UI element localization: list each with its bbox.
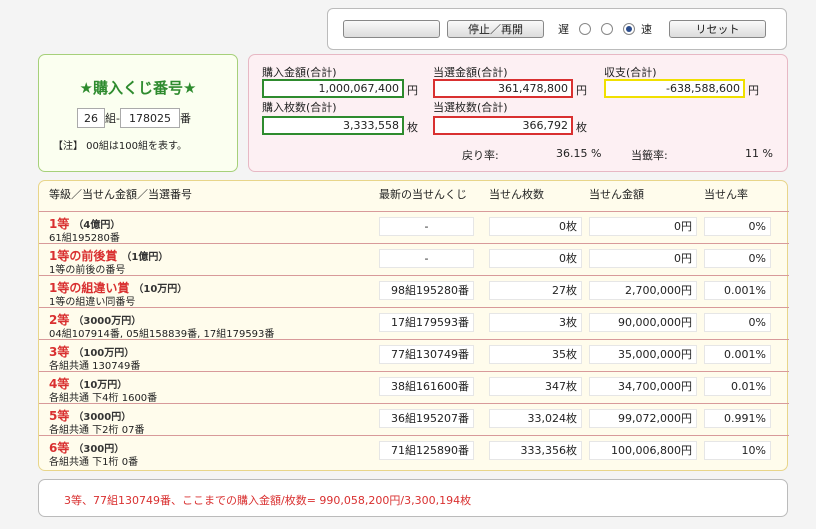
win-money: 34,700,000円 <box>589 377 697 396</box>
header-rate: 当せん率 <box>704 188 748 201</box>
win-money: 99,072,000円 <box>589 409 697 428</box>
prize-number: 1等の前後の番号 <box>49 265 126 276</box>
latest-ticket: 98組195280番 <box>379 281 474 300</box>
ticket-number-row: 26 組- 178025 番 <box>77 108 191 128</box>
win-money: 100,006,800円 <box>589 441 697 460</box>
winning-amount-value: 361,478,800 <box>433 79 573 98</box>
win-rate-label: 当籤率: <box>631 149 668 162</box>
balance-value: -638,588,600 <box>604 79 745 98</box>
win-rate: 0.01% <box>704 377 771 396</box>
prize-number: 各組共通 下2桁 07番 <box>49 425 145 436</box>
table-row: 2等 （3000万円） 04組107914番, 05組158839番, 17組17… <box>39 307 789 340</box>
latest-ticket: 38組161600番 <box>379 377 474 396</box>
win-count: 333,356枚 <box>489 441 582 460</box>
latest-ticket: - <box>379 249 474 268</box>
win-money: 35,000,000円 <box>589 345 697 364</box>
win-count: 0枚 <box>489 249 582 268</box>
latest-ticket: 71組125890番 <box>379 441 474 460</box>
latest-ticket: - <box>379 217 474 236</box>
winning-amount-label: 当選金額(合計) <box>433 66 508 79</box>
message-panel: 3等、77組130749番、ここまでの購入金額/枚数= 990,058,200円… <box>38 479 788 517</box>
latest-ticket: 17組179593番 <box>379 313 474 332</box>
prize-number: 04組107914番, 05組158839番, 17組179593番 <box>49 329 275 340</box>
number-suffix: 番 <box>179 112 191 125</box>
control-panel: 停止／再開 遅 速 リセット <box>327 8 787 50</box>
speed-radio-1[interactable] <box>579 23 591 35</box>
stats-panel: 購入金額(合計) 1,000,067,400 円 当選金額(合計) 361,47… <box>248 54 788 172</box>
group-suffix: 組- <box>105 112 120 125</box>
reset-button[interactable]: リセット <box>669 20 766 38</box>
balance-label: 収支(合計) <box>604 66 657 79</box>
purchase-count-value: 3,333,558 <box>262 116 404 135</box>
winning-count-value: 366,792 <box>433 116 573 135</box>
speed-radio-3[interactable] <box>623 23 635 35</box>
balance-unit: 円 <box>748 84 759 97</box>
latest-ticket: 36組195207番 <box>379 409 474 428</box>
table-row: 5等 （3000円） 各組共通 下2桁 07番 36組195207番 33,024… <box>39 403 789 436</box>
table-row: 1等 （4億円） 61組195280番 - 0枚 0円 0% <box>39 211 789 244</box>
prize-number: 各組共通 下1桁 0番 <box>49 457 139 468</box>
group-input[interactable]: 26 <box>77 108 105 128</box>
slow-label: 遅 <box>558 23 569 36</box>
win-rate: 0% <box>704 313 771 332</box>
win-count: 0枚 <box>489 217 582 236</box>
win-money: 2,700,000円 <box>589 281 697 300</box>
fast-label: 速 <box>641 23 652 36</box>
win-rate: 0.001% <box>704 345 771 364</box>
win-rate: 10% <box>704 441 771 460</box>
prize-number: 各組共通 130749番 <box>49 361 141 372</box>
win-rate: 0% <box>704 249 771 268</box>
win-count: 35枚 <box>489 345 582 364</box>
latest-ticket: 77組130749番 <box>379 345 474 364</box>
table-row: 1等の組違い賞 （10万円） 1等の組違い同番号 98組195280番 27枚 2… <box>39 275 789 308</box>
ticket-note: 【注】 00組は100組を表す。 <box>53 141 187 152</box>
win-rate: 0% <box>704 217 771 236</box>
win-count: 347枚 <box>489 377 582 396</box>
number-input[interactable]: 178025 <box>119 108 180 128</box>
win-money: 0円 <box>589 249 697 268</box>
prize-amount: （10万円） <box>133 284 188 295</box>
win-money: 0円 <box>589 217 697 236</box>
header-grade: 等級／当せん金額／当選番号 <box>49 188 192 201</box>
ticket-panel: ★購入くじ番号★ 26 組- 178025 番 【注】 00組は100組を表す。 <box>38 54 238 172</box>
prize-amount: （1億円） <box>121 252 169 263</box>
table-row: 1等の前後賞 （1億円） 1等の前後の番号 - 0枚 0円 0% <box>39 243 789 276</box>
header-count: 当せん枚数 <box>489 188 544 201</box>
purchase-amount-unit: 円 <box>407 84 418 97</box>
pause-resume-button[interactable]: 停止／再開 <box>447 20 544 38</box>
win-count: 33,024枚 <box>489 409 582 428</box>
status-message: 3等、77組130749番、ここまでの購入金額/枚数= 990,058,200円… <box>64 494 472 507</box>
win-rate: 0.991% <box>704 409 771 428</box>
return-rate-label: 戻り率: <box>462 149 499 162</box>
winning-count-unit: 枚 <box>576 121 587 134</box>
purchase-count-unit: 枚 <box>407 121 418 134</box>
header-money: 当せん金額 <box>589 188 644 201</box>
purchase-amount-label: 購入金額(合計) <box>262 66 337 79</box>
blank-button[interactable] <box>343 20 440 38</box>
win-count: 27枚 <box>489 281 582 300</box>
purchase-count-label: 購入枚数(合計) <box>262 101 337 114</box>
prize-number: 61組195280番 <box>49 233 120 244</box>
purchase-amount-value: 1,000,067,400 <box>262 79 404 98</box>
winning-amount-unit: 円 <box>576 84 587 97</box>
win-rate: 0.001% <box>704 281 771 300</box>
winning-count-label: 当選枚数(合計) <box>433 101 508 114</box>
speed-radio-2[interactable] <box>601 23 613 35</box>
header-latest: 最新の当せんくじ <box>379 188 467 201</box>
win-rate-value: 11 % <box>745 147 773 160</box>
win-count: 3枚 <box>489 313 582 332</box>
table-row: 6等 （300円） 各組共通 下1桁 0番 71組125890番 333,356枚… <box>39 435 789 468</box>
table-row: 4等 （10万円） 各組共通 下4桁 1600番 38組161600番 347枚 … <box>39 371 789 404</box>
ticket-title: ★購入くじ番号★ <box>79 79 197 97</box>
return-rate-value: 36.15 % <box>556 147 602 160</box>
results-table: 等級／当せん金額／当選番号 最新の当せんくじ 当せん枚数 当せん金額 当せん率 … <box>38 180 789 471</box>
win-money: 90,000,000円 <box>589 313 697 332</box>
prize-number: 1等の組違い同番号 <box>49 297 136 308</box>
table-row: 3等 （100万円） 各組共通 130749番 77組130749番 35枚 35… <box>39 339 789 372</box>
prize-number: 各組共通 下4桁 1600番 <box>49 393 158 404</box>
